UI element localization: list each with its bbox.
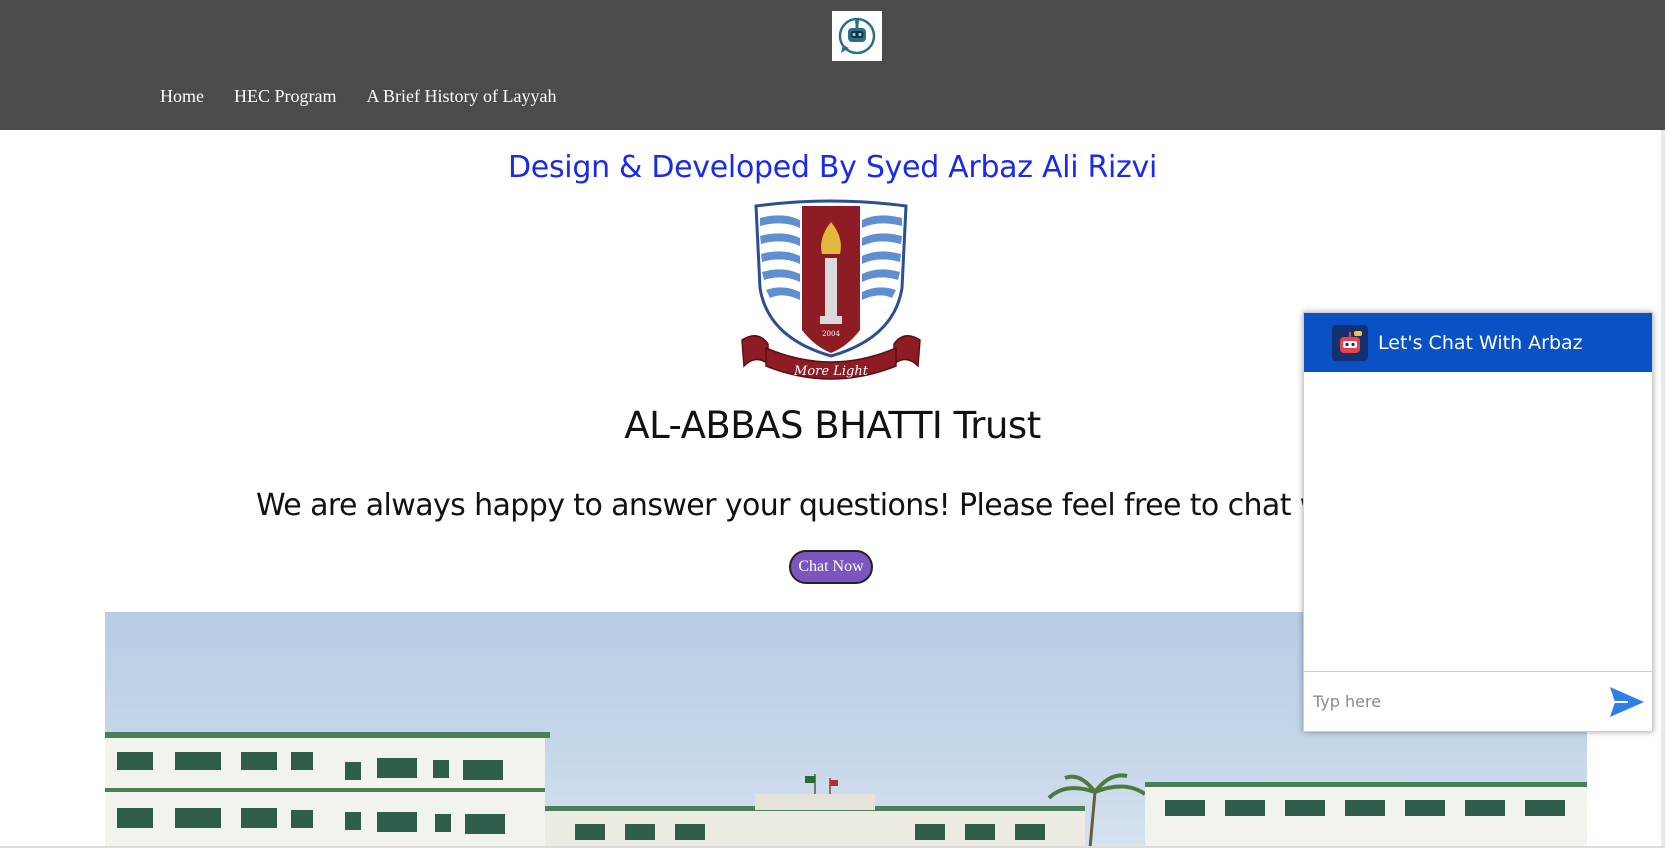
developer-credit: Design & Developed By Syed Arbaz Ali Riz… [508, 150, 1157, 185]
site-logo[interactable] [832, 11, 882, 61]
top-navbar: Home HEC Program A Brief History of Layy… [0, 0, 1665, 130]
crest-year: 2004 [822, 330, 840, 338]
chat-widget: Let's Chat With Arbaz [1303, 312, 1653, 732]
nav-hec-program[interactable]: HEC Program [234, 84, 337, 108]
chat-input-bar [1304, 671, 1652, 731]
main-nav: Home HEC Program A Brief History of Layy… [160, 84, 586, 108]
crest-motto: More Light [793, 364, 869, 379]
send-button[interactable] [1602, 677, 1652, 727]
chat-widget-header[interactable]: Let's Chat With Arbaz [1304, 313, 1652, 372]
chat-widget-title: Let's Chat With Arbaz [1378, 331, 1583, 354]
send-icon [1610, 686, 1644, 717]
page-scrollbar[interactable] [1661, 130, 1665, 848]
tagline-text: We are always happy to answer your quest… [256, 488, 1324, 523]
robot-avatar-icon [1332, 324, 1368, 361]
chatbot-logo-icon [838, 17, 876, 55]
trust-crest-logo: 2004 More Light [738, 198, 924, 388]
nav-home[interactable]: Home [160, 84, 204, 108]
chat-messages-area [1304, 372, 1652, 672]
chat-message-input[interactable] [1304, 681, 1602, 722]
nav-history-layyah[interactable]: A Brief History of Layyah [367, 84, 557, 108]
chat-now-button[interactable]: Chat Now [789, 550, 873, 584]
